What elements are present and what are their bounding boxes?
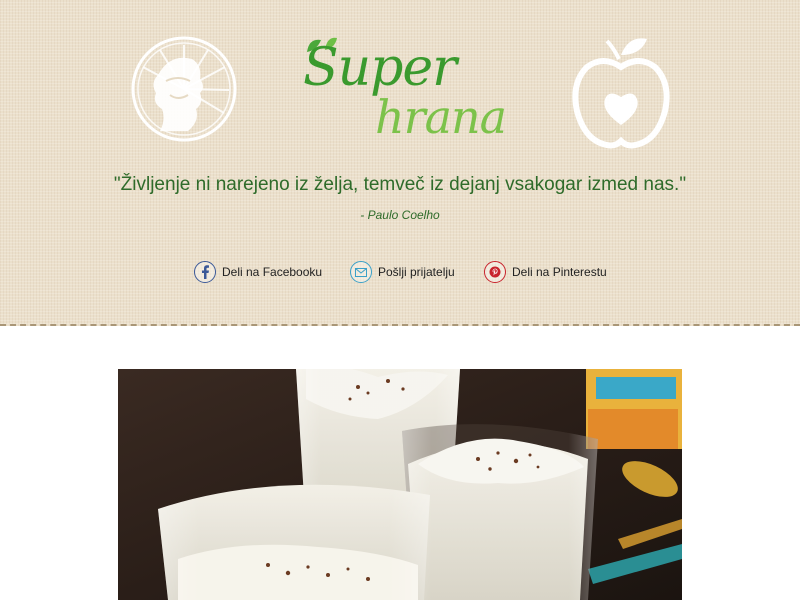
- portrait-coin-icon: [131, 36, 237, 142]
- share-email-label: Pošlji prijatelju: [378, 265, 455, 279]
- quote-text: "Življenje ni narejeno iz želja, temveč …: [113, 174, 687, 195]
- newsletter-header: Super hrana "Življenje ni narejeno iz že…: [0, 0, 800, 326]
- share-facebook-link[interactable]: Deli na Facebooku: [194, 261, 322, 283]
- share-pinterest-link[interactable]: Deli na Pinterestu: [484, 261, 607, 283]
- apple-heart-icon: [572, 38, 670, 149]
- share-email-link[interactable]: Pošlji prijatelju: [350, 261, 455, 283]
- envelope-icon: [350, 261, 372, 283]
- logo-super-text: Super: [303, 38, 457, 98]
- super-hrana-logo[interactable]: Super hrana: [285, 28, 525, 153]
- facebook-icon: [194, 261, 216, 283]
- share-facebook-label: Deli na Facebooku: [222, 265, 323, 279]
- dessert-photo: [118, 369, 682, 600]
- logo-hrana-text: hrana: [375, 90, 507, 144]
- share-pinterest-label: Deli na Pinterestu: [512, 265, 607, 279]
- pinterest-icon: [484, 261, 506, 283]
- quote-author: - Paulo Coelho: [360, 208, 440, 222]
